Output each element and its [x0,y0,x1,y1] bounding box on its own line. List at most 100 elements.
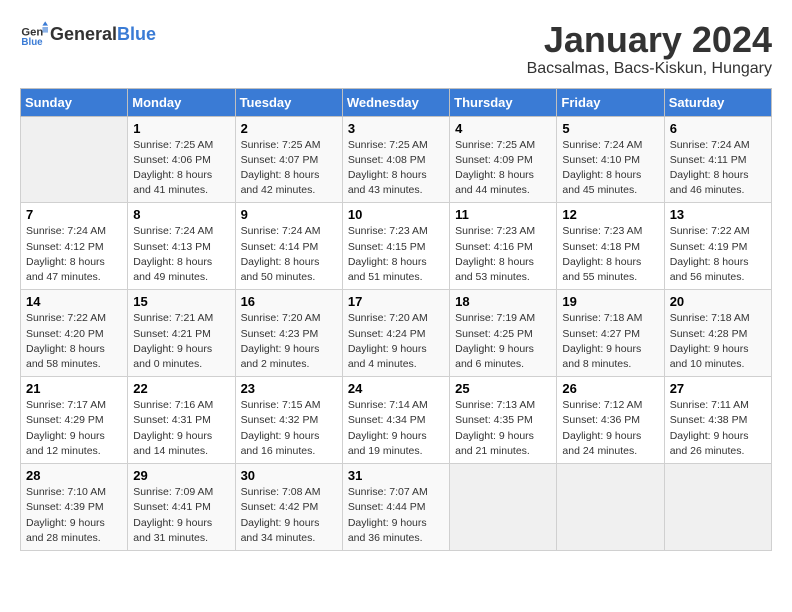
calendar-cell: 31Sunrise: 7:07 AMSunset: 4:44 PMDayligh… [342,464,449,551]
day-number: 30 [241,468,337,483]
calendar-cell: 28 Sunrise: 7:10 AMSunset: 4:39 PMDayligh… [21,464,128,551]
logo-general-text: General [50,24,117,45]
day-info: Sunrise: 7:25 AMSunset: 4:06 PMDaylight:… [133,138,229,199]
day-number: 22 [133,381,229,396]
header-row: Sunday Monday Tuesday Wednesday Thursday… [21,88,772,116]
day-info: Sunrise: 7:21 AMSunset: 4:21 PMDaylight:… [133,311,229,372]
calendar-cell: 10 Sunrise: 7:23 AMSunset: 4:15 PMDayligh… [342,203,449,290]
day-number: 4 [455,121,551,136]
calendar-cell: 21Sunrise: 7:17 AMSunset: 4:29 PMDayligh… [21,377,128,464]
calendar-week-4: 21Sunrise: 7:17 AMSunset: 4:29 PMDayligh… [21,377,772,464]
day-info: Sunrise: 7:23 AMSunset: 4:16 PMDaylight:… [455,224,551,285]
col-wednesday: Wednesday [342,88,449,116]
calendar-cell: 20 Sunrise: 7:18 AMSunset: 4:28 PMDayligh… [664,290,771,377]
calendar-cell: 5 Sunrise: 7:24 AMSunset: 4:10 PMDaylight… [557,116,664,203]
day-info: Sunrise: 7:12 AMSunset: 4:36 PMDaylight:… [562,398,658,459]
day-info: Sunrise: 7:18 AMSunset: 4:28 PMDaylight:… [670,311,766,372]
header: Gen Blue General Blue January 2024 Bacsa… [20,20,772,78]
day-info: Sunrise: 7:22 AMSunset: 4:19 PMDaylight:… [670,224,766,285]
calendar-cell: 6Sunrise: 7:24 AMSunset: 4:11 PMDaylight… [664,116,771,203]
day-info: Sunrise: 7:23 AMSunset: 4:15 PMDaylight:… [348,224,444,285]
day-info: Sunrise: 7:25 AMSunset: 4:08 PMDaylight:… [348,138,444,199]
day-info: Sunrise: 7:24 AMSunset: 4:10 PMDaylight:… [562,138,658,199]
day-number: 29 [133,468,229,483]
day-number: 27 [670,381,766,396]
day-info: Sunrise: 7:08 AMSunset: 4:42 PMDaylight:… [241,485,337,546]
calendar-cell: 14 Sunrise: 7:22 AMSunset: 4:20 PMDayligh… [21,290,128,377]
col-friday: Friday [557,88,664,116]
calendar-week-3: 14 Sunrise: 7:22 AMSunset: 4:20 PMDayligh… [21,290,772,377]
calendar-cell: 23 Sunrise: 7:15 AMSunset: 4:32 PMDayligh… [235,377,342,464]
calendar-body: 1 Sunrise: 7:25 AMSunset: 4:06 PMDaylight… [21,116,772,550]
col-monday: Monday [128,88,235,116]
day-info: Sunrise: 7:24 AMSunset: 4:12 PMDaylight:… [26,224,122,285]
day-info: Sunrise: 7:10 AMSunset: 4:39 PMDaylight:… [26,485,122,546]
day-info: Sunrise: 7:23 AMSunset: 4:18 PMDaylight:… [562,224,658,285]
day-info: Sunrise: 7:20 AMSunset: 4:24 PMDaylight:… [348,311,444,372]
day-info: Sunrise: 7:25 AMSunset: 4:07 PMDaylight:… [241,138,337,199]
day-number: 17 [348,294,444,309]
calendar-cell: 3Sunrise: 7:25 AMSunset: 4:08 PMDaylight… [342,116,449,203]
day-info: Sunrise: 7:14 AMSunset: 4:34 PMDaylight:… [348,398,444,459]
day-number: 16 [241,294,337,309]
calendar-header: Sunday Monday Tuesday Wednesday Thursday… [21,88,772,116]
day-number: 1 [133,121,229,136]
day-info: Sunrise: 7:09 AMSunset: 4:41 PMDaylight:… [133,485,229,546]
calendar-cell [450,464,557,551]
day-number: 21 [26,381,122,396]
day-info: Sunrise: 7:13 AMSunset: 4:35 PMDaylight:… [455,398,551,459]
day-number: 13 [670,207,766,222]
calendar-cell: 26 Sunrise: 7:12 AMSunset: 4:36 PMDayligh… [557,377,664,464]
day-info: Sunrise: 7:19 AMSunset: 4:25 PMDaylight:… [455,311,551,372]
calendar-cell: 13 Sunrise: 7:22 AMSunset: 4:19 PMDayligh… [664,203,771,290]
day-number: 8 [133,207,229,222]
day-number: 20 [670,294,766,309]
day-number: 10 [348,207,444,222]
svg-text:Blue: Blue [21,37,43,48]
day-info: Sunrise: 7:16 AMSunset: 4:31 PMDaylight:… [133,398,229,459]
day-info: Sunrise: 7:07 AMSunset: 4:44 PMDaylight:… [348,485,444,546]
day-number: 15 [133,294,229,309]
day-info: Sunrise: 7:22 AMSunset: 4:20 PMDaylight:… [26,311,122,372]
calendar-cell: 12Sunrise: 7:23 AMSunset: 4:18 PMDayligh… [557,203,664,290]
calendar-week-5: 28 Sunrise: 7:10 AMSunset: 4:39 PMDayligh… [21,464,772,551]
calendar-cell [21,116,128,203]
calendar-cell: 8 Sunrise: 7:24 AMSunset: 4:13 PMDaylight… [128,203,235,290]
day-info: Sunrise: 7:24 AMSunset: 4:13 PMDaylight:… [133,224,229,285]
calendar-week-1: 1 Sunrise: 7:25 AMSunset: 4:06 PMDaylight… [21,116,772,203]
day-number: 26 [562,381,658,396]
calendar-cell: 11Sunrise: 7:23 AMSunset: 4:16 PMDayligh… [450,203,557,290]
day-info: Sunrise: 7:11 AMSunset: 4:38 PMDaylight:… [670,398,766,459]
calendar-cell: 29 Sunrise: 7:09 AMSunset: 4:41 PMDayligh… [128,464,235,551]
title-area: January 2024 Bacsalmas, Bacs-Kiskun, Hun… [527,20,772,78]
calendar-cell: 18Sunrise: 7:19 AMSunset: 4:25 PMDayligh… [450,290,557,377]
day-number: 28 [26,468,122,483]
day-number: 23 [241,381,337,396]
day-number: 5 [562,121,658,136]
calendar-cell: 7 Sunrise: 7:24 AMSunset: 4:12 PMDaylight… [21,203,128,290]
calendar-subtitle: Bacsalmas, Bacs-Kiskun, Hungary [527,60,772,78]
calendar-cell: 19Sunrise: 7:18 AMSunset: 4:27 PMDayligh… [557,290,664,377]
calendar-cell: 16Sunrise: 7:20 AMSunset: 4:23 PMDayligh… [235,290,342,377]
day-info: Sunrise: 7:24 AMSunset: 4:14 PMDaylight:… [241,224,337,285]
calendar-cell [664,464,771,551]
col-thursday: Thursday [450,88,557,116]
calendar-cell: 9 Sunrise: 7:24 AMSunset: 4:14 PMDaylight… [235,203,342,290]
day-number: 7 [26,207,122,222]
calendar-cell [557,464,664,551]
calendar-cell: 1 Sunrise: 7:25 AMSunset: 4:06 PMDaylight… [128,116,235,203]
day-info: Sunrise: 7:15 AMSunset: 4:32 PMDaylight:… [241,398,337,459]
day-number: 14 [26,294,122,309]
logo: Gen Blue General Blue [20,20,156,48]
calendar-cell: 17 Sunrise: 7:20 AMSunset: 4:24 PMDayligh… [342,290,449,377]
logo-icon: Gen Blue [20,20,48,48]
day-number: 9 [241,207,337,222]
day-number: 2 [241,121,337,136]
calendar-cell: 27 Sunrise: 7:11 AMSunset: 4:38 PMDayligh… [664,377,771,464]
calendar-cell: 22 Sunrise: 7:16 AMSunset: 4:31 PMDayligh… [128,377,235,464]
day-number: 19 [562,294,658,309]
logo-blue-text: Blue [117,24,156,45]
calendar-cell: 2 Sunrise: 7:25 AMSunset: 4:07 PMDaylight… [235,116,342,203]
calendar-cell: 4Sunrise: 7:25 AMSunset: 4:09 PMDaylight… [450,116,557,203]
day-number: 24 [348,381,444,396]
